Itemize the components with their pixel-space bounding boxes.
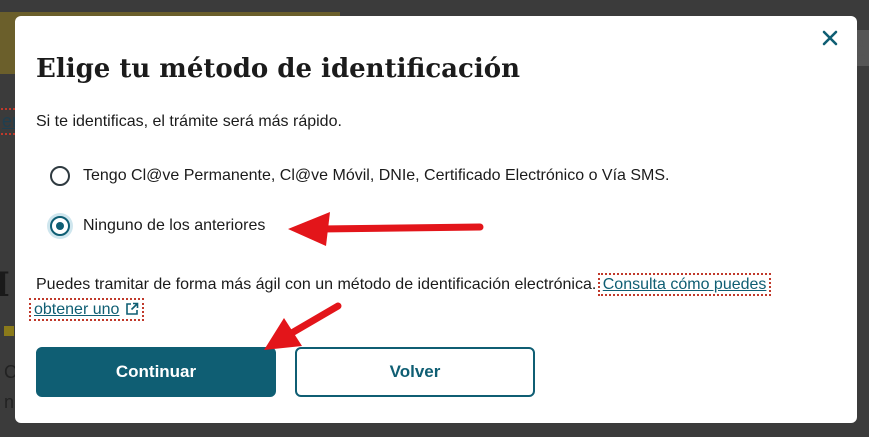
option-clave[interactable]: Tengo Cl@ve Permanente, Cl@ve Móvil, DNI… bbox=[50, 166, 670, 186]
external-link-icon bbox=[126, 302, 139, 315]
radio-button-checked[interactable] bbox=[50, 216, 70, 236]
info-text-content: Puedes tramitar de forma más ágil con un… bbox=[36, 276, 597, 293]
option-label: Tengo Cl@ve Permanente, Cl@ve Móvil, DNI… bbox=[83, 167, 670, 184]
background-heading-fragment: I bbox=[0, 265, 10, 305]
background-accent bbox=[4, 326, 14, 336]
radio-button-unchecked[interactable] bbox=[50, 166, 70, 186]
help-link-label: obtener uno bbox=[34, 301, 120, 318]
dialog-subtitle: Si te identificas, el trámite será más r… bbox=[36, 113, 342, 130]
identification-dialog: Elige tu método de identificación Si te … bbox=[15, 16, 857, 423]
close-button[interactable] bbox=[817, 25, 843, 51]
back-button[interactable]: Volver bbox=[295, 347, 535, 397]
info-text: Puedes tramitar de forma más ágil con un… bbox=[36, 273, 772, 296]
dialog-title: Elige tu método de identificación bbox=[36, 54, 520, 84]
help-link-line: obtener uno bbox=[28, 298, 145, 321]
option-label: Ninguno de los anteriores bbox=[83, 217, 266, 234]
continue-button[interactable]: Continuar bbox=[36, 347, 276, 397]
option-none[interactable]: Ninguno de los anteriores bbox=[50, 216, 265, 236]
close-icon bbox=[822, 30, 838, 46]
help-link-part2[interactable]: obtener uno bbox=[28, 298, 145, 321]
help-link-part1[interactable]: Consulta cómo puedes bbox=[597, 273, 772, 296]
background-text-fragment: n bbox=[4, 392, 15, 412]
background-text-fragment: a P bbox=[855, 34, 866, 69]
